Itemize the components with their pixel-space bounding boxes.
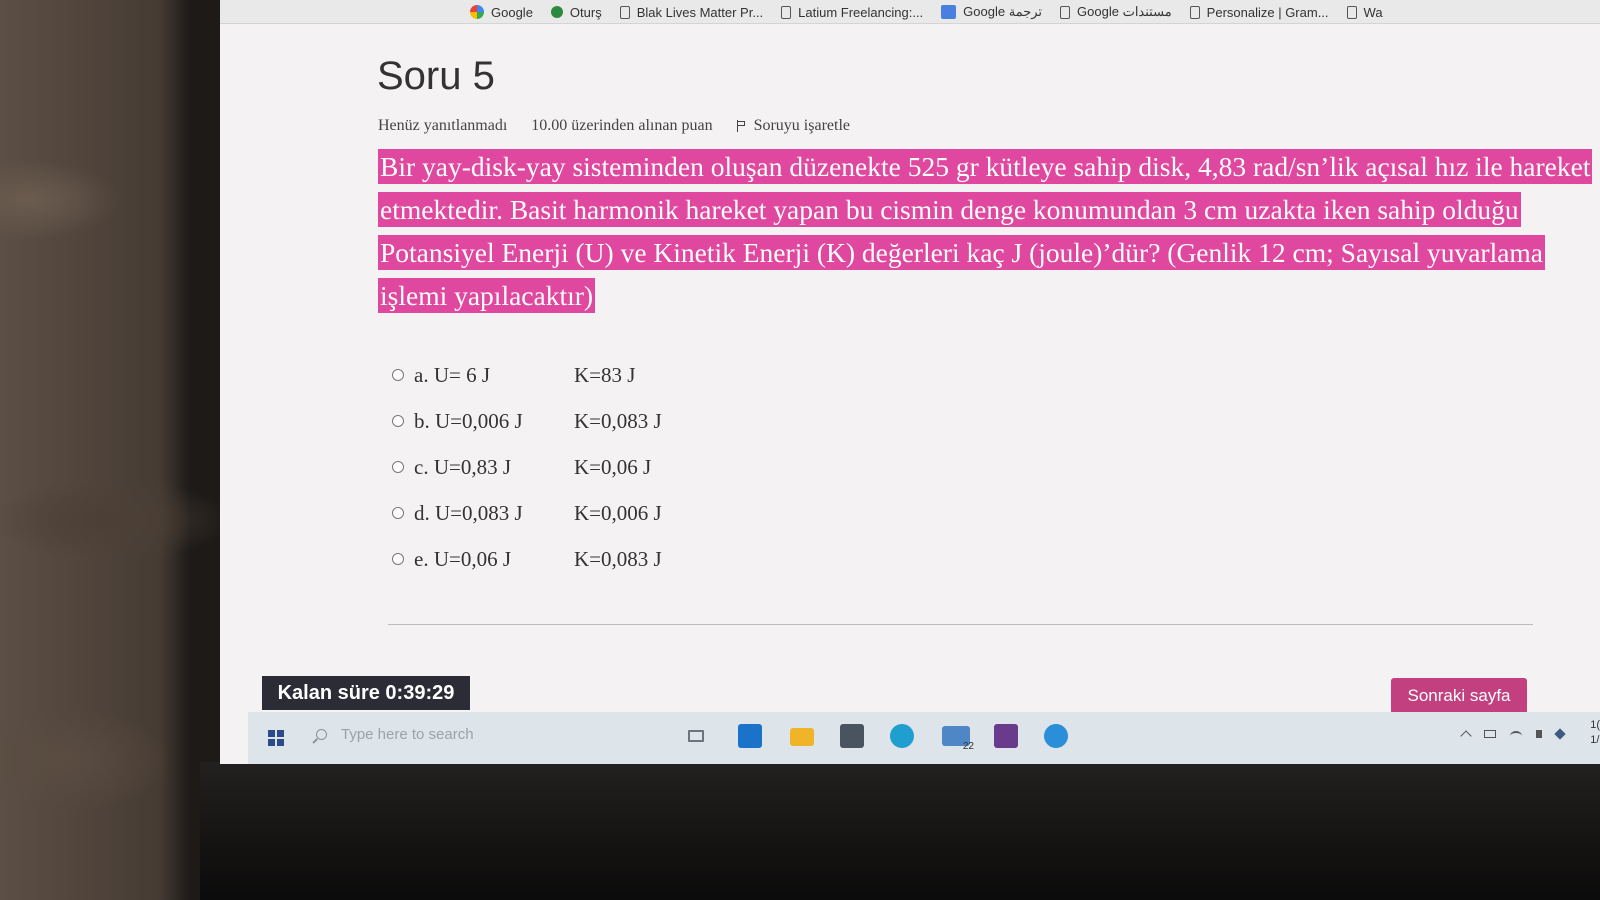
page-icon <box>1346 5 1357 19</box>
file-explorer-icon[interactable] <box>790 728 814 746</box>
bookmark-google-translate[interactable]: Google ترجمة <box>941 1 1042 23</box>
google-icon <box>470 5 484 19</box>
mail-badge: 22 <box>962 741 974 752</box>
dropbox-icon[interactable] <box>1554 728 1566 740</box>
question-meta: Henüz yanıtlanmadı 10.00 üzerinden alına… <box>378 117 898 135</box>
answer-u-value: a. U= 6 J <box>414 362 491 387</box>
monitor-bezel <box>200 762 1600 900</box>
time-remaining: Kalan süre 0:39:29 <box>262 676 470 710</box>
clock-time: 1( <box>1590 719 1600 731</box>
answer-k-value: K=0,083 J <box>574 546 662 571</box>
outlook-icon[interactable] <box>738 724 762 748</box>
windows-taskbar: Type here to search 22 1( 1/ <box>248 712 1600 764</box>
answer-status: Henüz yanıtlanmadı <box>378 117 508 134</box>
monitor-screen: Google Oturş Blak Lives Matter Pr... Lat… <box>220 0 1600 764</box>
answer-options: a. U= 6 J K=83 J b. U=0,006 J K=0,083 J … <box>392 352 662 582</box>
translate-icon <box>941 5 957 19</box>
answer-u-value: b. U=0,006 J <box>414 408 523 433</box>
page-icon <box>1189 5 1200 19</box>
bookmark-google[interactable]: Google <box>470 1 533 23</box>
system-tray <box>1460 728 1566 742</box>
taskbar-clock[interactable]: 1( 1/ <box>1590 718 1600 748</box>
radio-button[interactable] <box>392 507 404 519</box>
edge-icon[interactable] <box>890 724 914 748</box>
radio-button[interactable] <box>392 415 404 427</box>
flag-question-link[interactable]: Soruyu işaretle <box>736 117 874 135</box>
flag-question-label: Soruyu işaretle <box>753 117 850 134</box>
volume-icon[interactable] <box>1536 730 1542 738</box>
answer-u-value: e. U=0,06 J <box>414 546 512 571</box>
bookmark-blm[interactable]: Blak Lives Matter Pr... <box>619 1 763 23</box>
search-icon <box>316 729 327 740</box>
answer-u-value: c. U=0,83 J <box>414 454 512 479</box>
bookmark-site[interactable]: Oturş <box>550 1 602 23</box>
answer-option-c[interactable]: c. U=0,83 J K=0,06 J <box>392 444 662 490</box>
answer-option-e[interactable]: e. U=0,06 J K=0,083 J <box>392 536 662 582</box>
answer-u-value: d. U=0,083 J <box>414 500 523 525</box>
bookmark-latium[interactable]: Latium Freelancing:... <box>781 1 923 23</box>
chevron-up-icon[interactable] <box>1460 730 1472 742</box>
question-title: Soru 5 <box>377 54 495 98</box>
flag-icon <box>736 120 746 132</box>
answer-k-value: K=83 J <box>574 362 636 387</box>
page-icon <box>781 5 792 19</box>
question-points: 10.00 üzerinden alınan puan <box>531 117 713 134</box>
answer-option-a[interactable]: a. U= 6 J K=83 J <box>392 352 662 398</box>
radio-button[interactable] <box>392 369 404 381</box>
next-page-button[interactable]: Sonraki sayfa <box>1391 678 1527 714</box>
wifi-icon[interactable] <box>1510 731 1522 741</box>
taskbar-search-placeholder: Type here to search <box>341 726 474 743</box>
bookmark-google-docs[interactable]: Google مستندات <box>1060 1 1172 23</box>
mail-icon[interactable]: 22 <box>942 726 974 752</box>
task-view-icon[interactable] <box>688 730 704 742</box>
answer-k-value: K=0,06 J <box>574 454 652 479</box>
answer-option-b[interactable]: b. U=0,006 J K=0,083 J <box>392 398 662 444</box>
page-icon <box>619 5 630 19</box>
bookmark-personalize[interactable]: Personalize | Gram... <box>1189 1 1329 23</box>
bookmarks-bar: Google Oturş Blak Lives Matter Pr... Lat… <box>220 0 1600 24</box>
taskbar-search[interactable]: Type here to search <box>316 726 474 743</box>
answer-k-value: K=0,006 J <box>574 500 662 525</box>
app-icon[interactable] <box>994 724 1018 748</box>
divider <box>388 624 1533 625</box>
page-icon <box>1060 5 1071 19</box>
question-text-highlighted: Bir yay-disk-yay sisteminden oluşan düze… <box>378 149 1593 313</box>
green-site-icon <box>550 6 563 18</box>
store-icon[interactable] <box>840 724 864 748</box>
chrome-icon[interactable] <box>1044 724 1068 748</box>
answer-k-value: K=0,083 J <box>574 408 662 433</box>
windows-start-icon[interactable] <box>268 730 284 746</box>
bookmark-wa[interactable]: Wa <box>1346 1 1383 23</box>
radio-button[interactable] <box>392 461 404 473</box>
question-text: Bir yay-disk-yay sisteminden oluşan düze… <box>378 145 1593 317</box>
radio-button[interactable] <box>392 553 404 565</box>
answer-option-d[interactable]: d. U=0,083 J K=0,006 J <box>392 490 662 536</box>
battery-icon[interactable] <box>1484 730 1496 738</box>
clock-date: 1/ <box>1590 734 1600 746</box>
